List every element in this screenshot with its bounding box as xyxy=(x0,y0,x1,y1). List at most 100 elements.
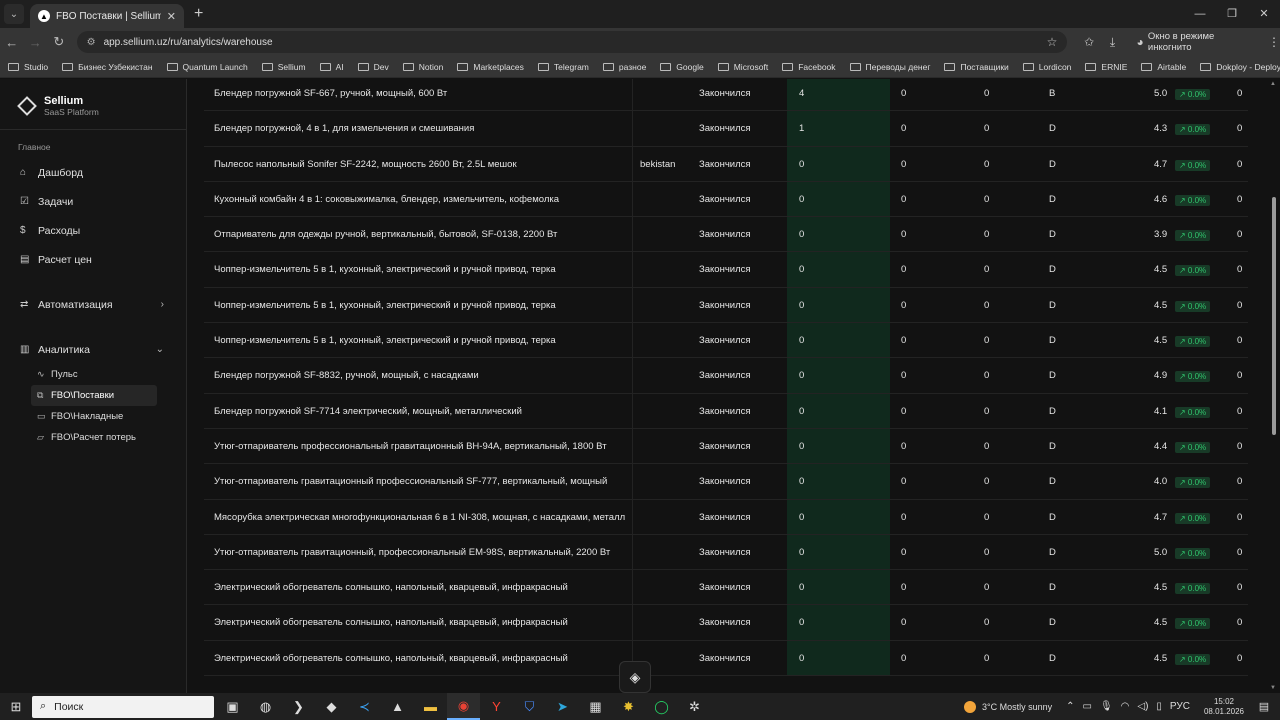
app-icon[interactable]: ◍ xyxy=(249,693,282,720)
wifi-icon[interactable]: ◠ xyxy=(1121,701,1130,712)
sidebar-item-automation[interactable]: ⇄ Автоматизация › xyxy=(0,290,186,319)
url-field[interactable]: ⚙ app.sellium.uz/ru/analytics/warehouse … xyxy=(76,31,1068,53)
table-row[interactable]: Электрический обогреватель солнышко, нап… xyxy=(204,605,1248,641)
scroll-down-icon[interactable]: ▼ xyxy=(1270,685,1276,691)
table-row[interactable]: Чоппер-измельчитель 5 в 1, кухонный, эле… xyxy=(204,323,1248,359)
sidebar-subitem-fbo-losses[interactable]: ▱ FBO\Расчет потерь xyxy=(31,427,157,448)
table-row[interactable]: Блендер погружной, 4 в 1, для измельчени… xyxy=(204,111,1248,147)
table-row[interactable]: Чоппер-измельчитель 5 в 1, кухонный, эле… xyxy=(204,252,1248,288)
table-row[interactable]: Отпариватель для одежды ручной, вертикал… xyxy=(204,217,1248,253)
table-row[interactable]: Блендер погружной SF-8832, ручной, мощны… xyxy=(204,358,1248,394)
bookmark-item[interactable]: ERNIE xyxy=(1085,62,1127,72)
bookmark-item[interactable]: Marketplaces xyxy=(457,62,524,72)
bookmark-item[interactable]: Studio xyxy=(8,62,48,72)
language-indicator[interactable]: РУС xyxy=(1170,701,1190,712)
bookmark-item[interactable]: Facebook xyxy=(782,62,836,72)
sidebar-subitem-pulse[interactable]: ∿ Пульс xyxy=(31,364,157,385)
chatgpt-icon[interactable]: ✲ xyxy=(678,693,711,720)
weather-widget[interactable]: 3°C Mostly sunny xyxy=(963,700,1052,713)
chevron-up-icon[interactable]: ⌃ xyxy=(1066,701,1074,712)
table-row[interactable]: Пылесос напольный Sonifer SF-2242, мощно… xyxy=(204,146,1248,182)
taskbar-search[interactable]: ⌕ Поиск xyxy=(32,695,214,718)
microphone-icon[interactable]: 🎙︎ xyxy=(1100,701,1113,712)
sidebar-subitem-fbo-supplies[interactable]: ⧉ FBO\Поставки xyxy=(31,385,157,406)
bookmark-label: Поставщики xyxy=(960,61,1009,72)
shield-icon[interactable]: ⛉ xyxy=(513,693,546,720)
new-tab-icon[interactable]: + xyxy=(194,5,203,23)
bookmark-item[interactable]: Sellium xyxy=(261,62,306,72)
table-row[interactable]: Утюг-отпариватель гравитационный професс… xyxy=(204,464,1248,500)
bookmark-item[interactable]: Dokploy - Deploy y... xyxy=(1200,62,1280,72)
task-view-icon[interactable]: ▣ xyxy=(216,693,249,720)
table-row[interactable]: Утюг-отпариватель гравитационный, профес… xyxy=(204,534,1248,571)
app-icon[interactable]: ✸ xyxy=(612,693,645,720)
download-icon[interactable]: ⤓ xyxy=(1101,35,1124,50)
brand[interactable]: Sellium SaaS Platform xyxy=(0,79,186,117)
forward-icon[interactable]: → xyxy=(24,35,48,50)
tab-close-icon[interactable]: ✕ xyxy=(167,10,176,23)
bookmark-item[interactable]: Airtable xyxy=(1141,62,1186,72)
clock[interactable]: 15:02 08.01.2026 xyxy=(1204,697,1244,717)
close-window-icon[interactable]: ✕ xyxy=(1248,0,1280,28)
bookmark-item[interactable]: разное xyxy=(602,62,646,72)
chart-icon: ▥ xyxy=(20,344,30,355)
table-row[interactable]: Кухонный комбайн 4 в 1: соковыжималка, б… xyxy=(204,181,1248,218)
table-row[interactable]: Мясорубка электрическая многофункциональ… xyxy=(204,499,1248,535)
chrome-icon[interactable]: ◉ xyxy=(447,693,480,720)
battery-icon[interactable]: ▯ xyxy=(1156,701,1162,712)
calculator-icon[interactable]: ▦ xyxy=(579,693,612,720)
scrollbar-thumb[interactable] xyxy=(1272,197,1276,435)
menu-more-icon[interactable]: ⋮ xyxy=(1268,35,1280,49)
vscode-icon[interactable]: ≺ xyxy=(348,693,381,720)
windows-start-icon[interactable]: ⊞ xyxy=(0,699,32,715)
bookmark-item[interactable]: Переводы денег xyxy=(849,62,930,72)
bookmark-item[interactable]: Lordicon xyxy=(1022,62,1071,72)
floating-layers-button[interactable]: ◈ xyxy=(619,661,651,693)
site-info-icon[interactable]: ⚙ xyxy=(87,37,96,48)
bookmark-item[interactable]: Бизнес Узбекистан xyxy=(62,61,153,72)
table-row[interactable]: Чоппер-измельчитель 5 в 1, кухонный, эле… xyxy=(204,287,1248,324)
reload-icon[interactable]: ↻ xyxy=(47,34,71,50)
favorites-icon[interactable]: ✩ xyxy=(1077,35,1100,49)
sidebar-item-analytics[interactable]: ▥ Аналитика ⌄ xyxy=(0,335,186,364)
powershell-icon[interactable]: ❯ xyxy=(282,693,315,720)
bookmark-item[interactable]: Notion xyxy=(402,62,443,72)
sidebar-item-dashboard[interactable]: ⌂ Дашборд xyxy=(0,158,186,187)
display-icon[interactable]: ▭ xyxy=(1082,701,1091,712)
bookmark-item[interactable]: Telegram xyxy=(537,62,589,72)
table-row[interactable]: Блендер погружной SF-7714 электрический,… xyxy=(204,393,1248,429)
notification-icon[interactable]: ▤ xyxy=(1254,700,1274,713)
table-row[interactable]: Электрический обогреватель солнышко, нап… xyxy=(204,640,1248,677)
sidebar-subitem-fbo-invoices[interactable]: ▭ FBO\Накладные xyxy=(31,406,157,427)
app-icon[interactable]: ◆ xyxy=(315,693,348,720)
minimize-icon[interactable]: — xyxy=(1184,0,1216,28)
page-scrollbar[interactable]: ▲ ▼ xyxy=(1268,79,1280,693)
table-row[interactable]: Утюг-отпариватель профессиональный грави… xyxy=(204,428,1248,465)
bookmark-item[interactable]: Microsoft xyxy=(717,62,768,72)
app-icon[interactable]: ▲ xyxy=(381,693,414,720)
incognito-indicator[interactable]: ◕ Окно в режиме инкогнито xyxy=(1132,31,1258,53)
sidebar-item-expenses[interactable]: $ Расходы xyxy=(0,216,186,245)
cell-rating: 5.0 xyxy=(1154,88,1168,99)
bookmark-item[interactable]: Google xyxy=(660,62,704,72)
browser-tab[interactable]: ▲ FBO Поставки | Sellium Analytic ✕ xyxy=(30,4,184,28)
bookmark-label: Бизнес Узбекистан xyxy=(78,61,153,72)
telegram-icon[interactable]: ➤ xyxy=(546,693,579,720)
bookmark-item[interactable]: Dev xyxy=(357,62,389,72)
table-row[interactable]: Электрический обогреватель солнышко, нап… xyxy=(204,570,1248,606)
whatsapp-icon[interactable]: ◯ xyxy=(645,693,678,720)
back-icon[interactable]: ← xyxy=(0,35,24,50)
bookmark-item[interactable]: Поставщики xyxy=(944,61,1009,72)
volume-icon[interactable]: ◁) xyxy=(1137,701,1148,712)
scroll-up-icon[interactable]: ▲ xyxy=(1270,81,1276,87)
bookmark-item[interactable]: Quantum Launch xyxy=(166,62,248,72)
file-explorer-icon[interactable]: ▬ xyxy=(414,693,447,720)
sidebar-item-tasks[interactable]: ☑ Задачи xyxy=(0,187,186,216)
tab-list-icon[interactable]: ⌄ xyxy=(4,4,24,24)
sidebar-item-price-calc[interactable]: ▤ Расчет цен xyxy=(0,245,186,274)
table-row[interactable]: Блендер погружной SF-667, ручной, мощный… xyxy=(204,79,1248,112)
yandex-icon[interactable]: Y xyxy=(480,693,513,720)
restore-icon[interactable]: ❐ xyxy=(1216,0,1248,28)
bookmark-star-icon[interactable]: ☆ xyxy=(1047,35,1058,49)
bookmark-item[interactable]: AI xyxy=(319,62,344,72)
